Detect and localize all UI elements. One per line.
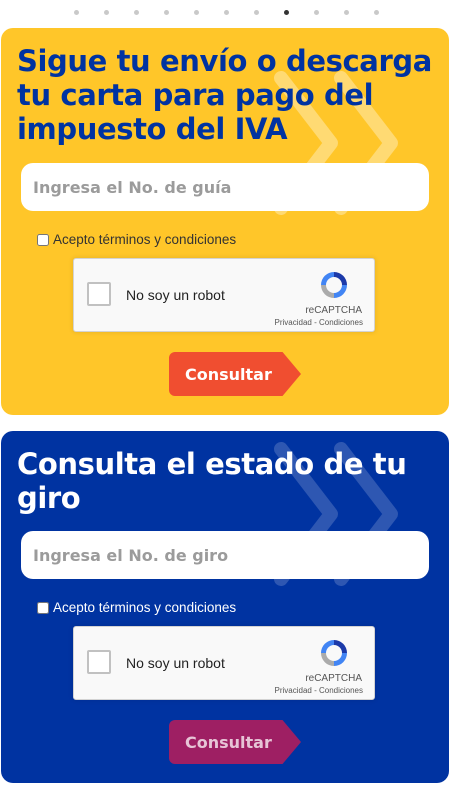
carousel-dot[interactable] bbox=[74, 10, 79, 15]
tracking-terms-checkbox[interactable] bbox=[37, 233, 49, 246]
carousel-dot[interactable] bbox=[104, 10, 109, 15]
carousel-dot[interactable] bbox=[224, 10, 229, 15]
recaptcha-links[interactable]: Privacidad - Condiciones bbox=[275, 318, 364, 327]
recaptcha-brand: reCAPTCHA bbox=[305, 305, 362, 316]
recaptcha-label: No soy un robot bbox=[126, 655, 225, 671]
tracking-consult-button[interactable]: Consultar bbox=[169, 352, 301, 396]
carousel-dot[interactable] bbox=[194, 10, 199, 15]
giro-terms-label: Acepto términos y condiciones bbox=[53, 600, 237, 615]
carousel-dot-active[interactable] bbox=[284, 10, 289, 15]
carousel-pagination bbox=[0, 8, 451, 18]
giro-terms-checkbox[interactable] bbox=[37, 601, 49, 614]
recaptcha-links[interactable]: Privacidad - Condiciones bbox=[275, 686, 364, 695]
giro-terms[interactable]: Acepto términos y condiciones bbox=[37, 600, 236, 615]
tracking-terms-label: Acepto términos y condiciones bbox=[53, 232, 237, 247]
tracking-terms[interactable]: Acepto términos y condiciones bbox=[37, 232, 236, 247]
carousel-dot[interactable] bbox=[374, 10, 379, 15]
giro-card: Consulta el estado de tu giro Acepto tér… bbox=[1, 431, 449, 783]
giro-recaptcha: No soy un robot reCAPTCHA Privacidad - C… bbox=[73, 626, 375, 700]
tracking-title: Sigue tu envío o descarga tu carta para … bbox=[17, 44, 432, 146]
recaptcha-logo-icon bbox=[321, 640, 347, 666]
giro-consult-button[interactable]: Consultar bbox=[169, 720, 301, 764]
tracking-recaptcha: No soy un robot reCAPTCHA Privacidad - C… bbox=[73, 258, 375, 332]
recaptcha-checkbox[interactable] bbox=[87, 282, 111, 306]
carousel-dot[interactable] bbox=[164, 10, 169, 15]
carousel-dot[interactable] bbox=[254, 10, 259, 15]
guide-number-input[interactable] bbox=[21, 163, 429, 211]
carousel-dot[interactable] bbox=[134, 10, 139, 15]
carousel-dot[interactable] bbox=[314, 10, 319, 15]
recaptcha-brand: reCAPTCHA bbox=[305, 673, 362, 684]
recaptcha-logo-icon bbox=[321, 272, 347, 298]
tracking-card: Sigue tu envío o descarga tu carta para … bbox=[1, 28, 449, 415]
carousel-dot[interactable] bbox=[344, 10, 349, 15]
recaptcha-checkbox[interactable] bbox=[87, 650, 111, 674]
recaptcha-label: No soy un robot bbox=[126, 287, 225, 303]
giro-title: Consulta el estado de tu giro bbox=[17, 447, 407, 515]
giro-number-input[interactable] bbox=[21, 531, 429, 579]
